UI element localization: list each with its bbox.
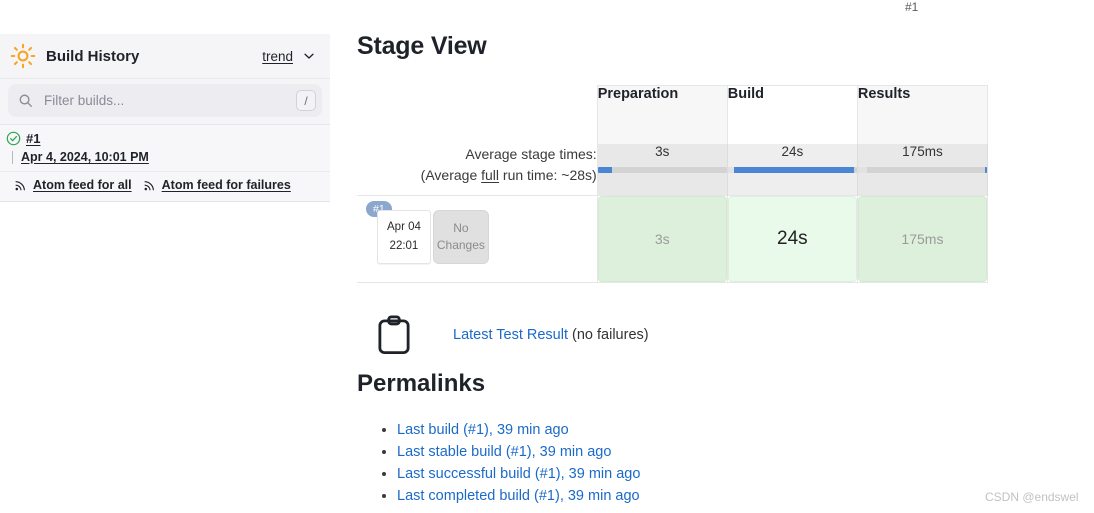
stage-cell-build[interactable]: 24s xyxy=(726,196,858,283)
build-history-header: Build History trend xyxy=(0,34,330,79)
permalinks-title: Permalinks xyxy=(357,370,486,397)
list-item: Last completed build (#1), 39 min ago xyxy=(397,488,640,504)
build-time: 22:01 xyxy=(389,240,419,252)
average-times-row: Average stage times: (Average full run t… xyxy=(357,143,989,196)
stage-duration-preparation: 3s xyxy=(597,196,727,282)
average-run-underlined: full xyxy=(481,166,500,183)
average-bar-results xyxy=(857,166,987,173)
watermark: CSDN @endswel xyxy=(985,490,1079,504)
build-item-timestamp-row: Apr 4, 2024, 10:01 PM xyxy=(6,150,320,164)
build-history-panel: Build History trend / xyxy=(0,34,330,202)
average-time-preparation: 3s xyxy=(655,143,670,159)
top-build-number: #1 xyxy=(905,0,919,14)
latest-test-result-text: Latest Test Result (no failures) xyxy=(453,327,649,343)
stage-header-results[interactable]: Results xyxy=(856,85,989,144)
average-time-results: 175ms xyxy=(902,143,943,159)
trend-link[interactable]: trend xyxy=(262,49,293,64)
main-content: Stage View Preparation Build Results Ave… xyxy=(357,32,1057,504)
permalinks-list: Last build (#1), 39 min ago Last stable … xyxy=(375,422,640,510)
average-bar-pre xyxy=(857,166,867,173)
average-full-run-time: (Average full run time: ~28s) xyxy=(357,165,597,186)
filter-builds-box[interactable]: / xyxy=(8,84,322,117)
average-bar-preparation xyxy=(597,166,727,173)
circle-check-icon xyxy=(6,131,21,146)
chevron-down-icon[interactable] xyxy=(302,49,316,63)
permalink-last-successful-build[interactable]: Last successful build (#1), 39 min ago xyxy=(397,466,640,482)
average-cell-preparation: 3s xyxy=(596,143,728,196)
rss-icon xyxy=(14,178,28,192)
stage-header-spacer xyxy=(357,86,597,144)
stage-duration-results: 175ms xyxy=(857,196,987,282)
list-item: Last successful build (#1), 39 min ago xyxy=(397,466,640,482)
average-bar-fill xyxy=(734,166,855,173)
average-cell-results: 175ms xyxy=(856,143,989,196)
rss-icon xyxy=(143,178,157,192)
atom-feed-all-label: Atom feed for all xyxy=(33,178,132,192)
latest-test-result-suffix: (no failures) xyxy=(568,327,649,343)
average-bar-fill xyxy=(985,166,987,173)
search-input[interactable] xyxy=(42,92,296,109)
atom-feed-failures-label: Atom feed for failures xyxy=(161,178,291,192)
build-item-header: #1 xyxy=(6,131,320,146)
build-history-item[interactable]: #1 Apr 4, 2024, 10:01 PM xyxy=(0,125,330,172)
slash-shortcut-key: / xyxy=(296,90,316,111)
build-timestamp-link[interactable]: Apr 4, 2024, 10:01 PM xyxy=(21,150,149,164)
search-icon xyxy=(18,93,33,108)
permalink-last-stable-build[interactable]: Last stable build (#1), 39 min ago xyxy=(397,444,611,460)
atom-feeds-row: Atom feed for all Atom feed for failures xyxy=(0,172,330,202)
filter-builds-row: / xyxy=(0,79,330,125)
permalink-last-build[interactable]: Last build (#1), 39 min ago xyxy=(397,422,569,438)
build-item-connector xyxy=(12,150,13,164)
build-history-title: Build History xyxy=(46,47,140,65)
no-changes-chip[interactable]: No Changes xyxy=(432,210,489,264)
stage-header-row: Preparation Build Results xyxy=(357,85,989,144)
stage-cell-results[interactable]: 175ms xyxy=(856,196,989,283)
average-run-prefix: (Average xyxy=(420,166,482,183)
page-root: #1 Build History trend Filter builds... … xyxy=(0,0,1094,513)
stage-cell-preparation[interactable]: 3s xyxy=(596,196,728,283)
stage-view-table: Preparation Build Results Average stage … xyxy=(357,85,989,283)
stage-header-build[interactable]: Build xyxy=(726,85,858,144)
stage-duration-build: 24s xyxy=(727,196,857,282)
average-cell-build: 24s xyxy=(726,143,858,196)
permalink-last-completed-build[interactable]: Last completed build (#1), 39 min ago xyxy=(397,488,640,504)
average-bar-build xyxy=(727,166,857,173)
latest-test-result-row: Latest Test Result (no failures) xyxy=(377,315,649,355)
build-chips: Apr 04 22:01 No Changes xyxy=(377,210,489,264)
page-title: Stage View xyxy=(357,32,487,60)
build-date-chip[interactable]: Apr 04 22:01 xyxy=(377,210,431,264)
list-item: Last stable build (#1), 39 min ago xyxy=(397,444,640,460)
atom-feed-failures[interactable]: Atom feed for failures xyxy=(143,178,291,192)
average-time-build: 24s xyxy=(781,143,804,159)
build-info-cell: #1 Apr 04 22:01 No Changes xyxy=(357,196,598,283)
atom-feed-all[interactable]: Atom feed for all xyxy=(14,178,132,192)
build-date: Apr 04 xyxy=(387,221,421,233)
stage-build-row: #1 Apr 04 22:01 No Changes 3s 24s 175ms xyxy=(357,196,989,283)
average-times-label: Average stage times: (Average full run t… xyxy=(357,143,598,196)
average-bar-fill xyxy=(597,166,612,173)
stage-header-preparation[interactable]: Preparation xyxy=(596,85,728,144)
average-times-line1: Average stage times: xyxy=(465,145,597,162)
build-number-link[interactable]: #1 xyxy=(26,131,40,146)
sun-icon xyxy=(10,43,36,69)
clipboard-icon xyxy=(377,315,411,355)
latest-test-result-link[interactable]: Latest Test Result xyxy=(453,327,568,343)
list-item: Last build (#1), 39 min ago xyxy=(397,422,640,438)
average-run-suffix: run time: ~28s) xyxy=(499,166,597,183)
